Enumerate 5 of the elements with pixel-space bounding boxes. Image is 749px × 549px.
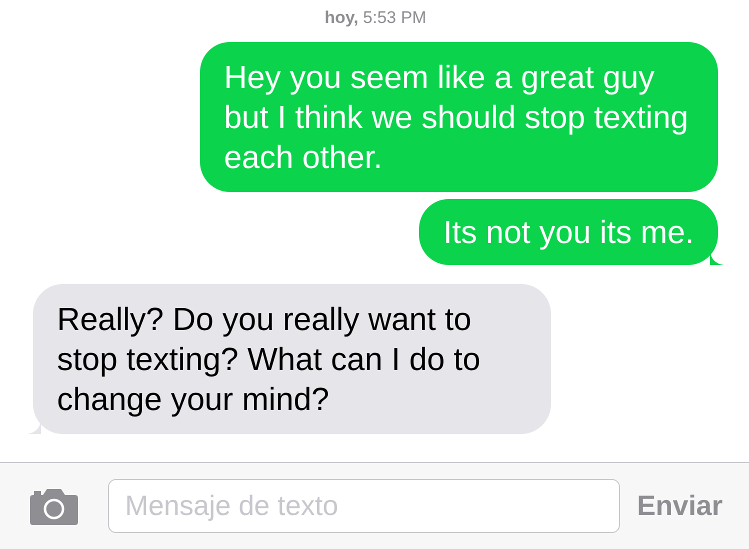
send-button[interactable]: Enviar — [637, 490, 723, 522]
timestamp: hoy, 5:53 PM — [324, 7, 426, 29]
sent-message-bubble: Hey you seem like a great guy but I think we should stop texting each other. — [200, 42, 718, 192]
camera-icon[interactable] — [29, 488, 79, 524]
message-input-field[interactable]: Mensaje de texto — [108, 479, 620, 533]
